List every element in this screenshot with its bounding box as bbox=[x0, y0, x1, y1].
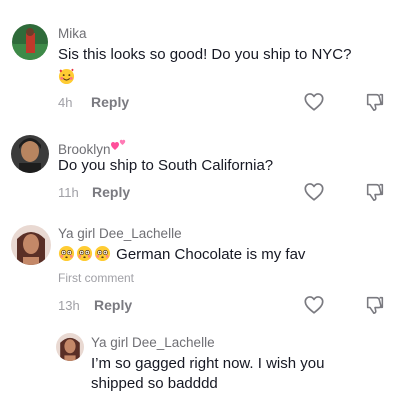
comment-item-brooklyn: Brooklyn Do you ship to South California… bbox=[0, 118, 400, 210]
reply-button[interactable]: Reply bbox=[94, 297, 132, 313]
heart-outline-icon[interactable] bbox=[303, 181, 325, 203]
first-comment-label: First comment bbox=[58, 271, 135, 285]
avatar-dee-lachelle[interactable] bbox=[11, 225, 51, 265]
flushed-face-icon bbox=[94, 245, 111, 262]
comment-time: 4h bbox=[58, 95, 73, 110]
reply-avatar-dee-lachelle[interactable] bbox=[56, 333, 84, 361]
flushed-face-icon bbox=[58, 245, 75, 262]
comment-text: Do you ship to South California? bbox=[58, 157, 274, 174]
reply-item-dee-lachelle: Ya girl Dee_Lachelle I’m so gagged right… bbox=[0, 325, 400, 400]
reply-text-line-2: shipped so badddd bbox=[91, 375, 218, 392]
comment-time: 13h bbox=[58, 298, 80, 313]
thumbs-down-outline-icon[interactable] bbox=[364, 91, 386, 113]
comment-item-dee-lachelle: Ya girl Dee_Lachelle German Chocolate is… bbox=[0, 210, 400, 325]
smiling-face-with-hearts-icon bbox=[58, 68, 76, 86]
heart-outline-icon[interactable] bbox=[303, 294, 325, 316]
comment-item-mika: Mika Sis this looks so good! Do you ship… bbox=[0, 0, 400, 118]
avatar-brooklyn[interactable] bbox=[11, 135, 49, 173]
flushed-face-icon bbox=[76, 245, 93, 262]
comment-username-text: Brooklyn bbox=[58, 142, 111, 157]
comment-text-line: German Chocolate is my fav bbox=[58, 245, 305, 265]
comment-time: 11h bbox=[58, 185, 79, 200]
comment-username[interactable]: Mika bbox=[58, 26, 87, 42]
comment-username[interactable]: Brooklyn bbox=[58, 138, 127, 158]
comment-username[interactable]: Ya girl Dee_Lachelle bbox=[58, 226, 182, 242]
reply-text-line-1: I’m so gagged right now. I wish you bbox=[91, 355, 325, 372]
comment-text: German Chocolate is my fav bbox=[116, 246, 306, 263]
reply-button[interactable]: Reply bbox=[92, 184, 130, 200]
pink-hearts-icon bbox=[110, 138, 127, 152]
thumbs-down-outline-icon[interactable] bbox=[364, 294, 386, 316]
comment-text: Sis this looks so good! Do you ship to N… bbox=[58, 46, 352, 63]
heart-outline-icon[interactable] bbox=[303, 91, 325, 113]
reply-button[interactable]: Reply bbox=[91, 94, 129, 110]
thumbs-down-outline-icon[interactable] bbox=[364, 181, 386, 203]
reply-username[interactable]: Ya girl Dee_Lachelle bbox=[91, 335, 215, 351]
avatar-mika[interactable] bbox=[12, 24, 48, 60]
